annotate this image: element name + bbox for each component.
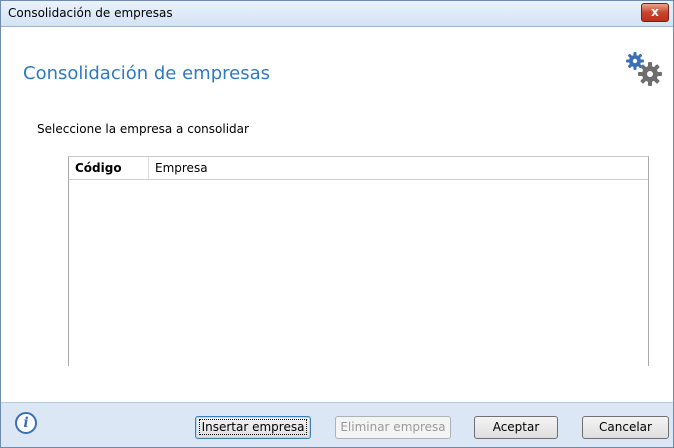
delete-company-button[interactable]: Eliminar empresa (335, 416, 451, 439)
close-button[interactable]: x (641, 3, 669, 22)
footer-bar: i Insertar empresa Eliminar empresa Acep… (1, 402, 673, 447)
close-icon: x (651, 5, 659, 19)
delete-company-label: Eliminar empresa (340, 420, 446, 434)
insert-company-button[interactable]: Insertar empresa (195, 416, 311, 439)
accept-button[interactable]: Aceptar (474, 416, 558, 439)
insert-company-label: Insertar empresa (198, 419, 308, 435)
window-title: Consolidación de empresas (8, 6, 173, 20)
dialog-window: Consolidación de empresas x Consolidació… (0, 0, 674, 448)
title-bar: Consolidación de empresas x (1, 1, 673, 27)
accept-label: Aceptar (492, 420, 540, 434)
info-icon[interactable]: i (15, 412, 37, 434)
page-title: Consolidación de empresas (23, 63, 270, 84)
cancel-button[interactable]: Cancelar (582, 416, 669, 439)
cancel-label: Cancelar (599, 420, 652, 434)
column-header-codigo[interactable]: Código (69, 157, 149, 179)
column-header-empresa[interactable]: Empresa (149, 157, 648, 179)
instruction-label: Seleccione la empresa a consolidar (37, 122, 249, 136)
table-header: Código Empresa (69, 157, 648, 180)
companies-table[interactable]: Código Empresa (68, 156, 649, 366)
gears-icon (626, 52, 662, 86)
